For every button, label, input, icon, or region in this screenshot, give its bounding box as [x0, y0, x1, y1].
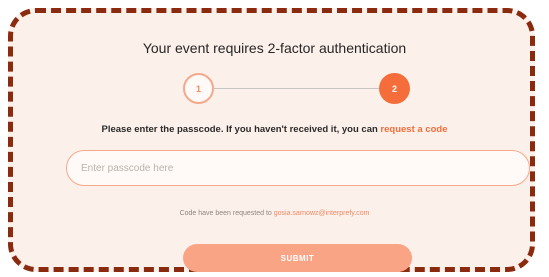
- passcode-input[interactable]: [66, 150, 530, 186]
- instruction-label: Please enter the passcode. If you haven'…: [101, 124, 381, 135]
- request-code-link[interactable]: request a code: [380, 124, 447, 135]
- step-indicator-1: 1: [183, 73, 214, 104]
- code-requested-note: Code have been requested to gosia.sarnow…: [0, 210, 549, 217]
- step-indicator-2: 2: [379, 73, 410, 104]
- instruction-text: Please enter the passcode. If you haven'…: [0, 124, 549, 135]
- note-prefix: Code have been requested to: [179, 210, 274, 217]
- note-email: gosia.sarnowz@interprefy.com: [273, 210, 370, 217]
- dialog-title: Your event requires 2-factor authenticat…: [142, 40, 407, 56]
- submit-button[interactable]: SUBMIT: [183, 244, 412, 272]
- step-connector: [214, 88, 379, 89]
